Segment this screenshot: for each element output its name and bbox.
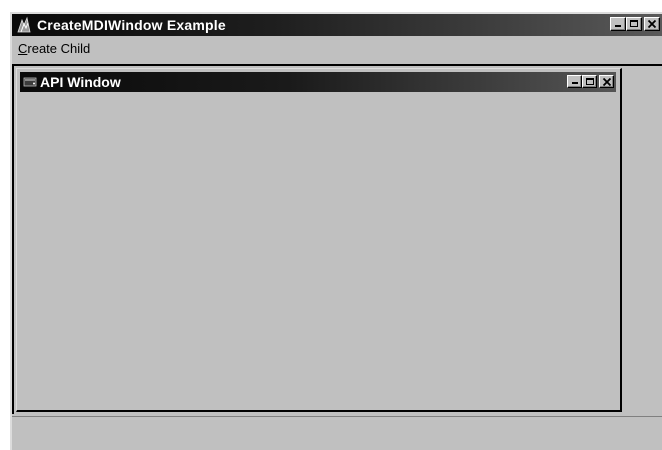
child-title: API Window (40, 74, 121, 90)
app-titlebar[interactable]: CreateMDIWindow Example (12, 14, 662, 36)
menubar: Create Child (12, 38, 662, 60)
child-close-button[interactable] (599, 75, 614, 88)
maximize-icon (586, 78, 594, 85)
close-icon (602, 77, 612, 87)
child-titlebar[interactable]: API Window (20, 72, 616, 92)
child-minimize-button[interactable] (567, 75, 582, 88)
child-maximize-button[interactable] (582, 75, 597, 88)
menu-create-child-label: reate Child (27, 41, 91, 56)
app-minimize-button[interactable] (610, 17, 626, 31)
minimize-icon (572, 82, 578, 84)
app-caption-buttons (610, 17, 660, 31)
minimize-icon (615, 25, 621, 27)
menu-create-child-accel: C (18, 41, 28, 56)
app-close-button[interactable] (644, 17, 660, 31)
app-window: CreateMDIWindow Example Create Child API… (10, 12, 662, 450)
maximize-icon (630, 20, 638, 27)
close-icon (647, 19, 657, 29)
child-window-icon[interactable] (23, 75, 37, 89)
child-caption-buttons (567, 75, 614, 88)
mdi-client-area[interactable]: API Window (12, 64, 662, 414)
app-title: CreateMDIWindow Example (37, 17, 226, 33)
child-window[interactable]: API Window (16, 68, 622, 412)
app-icon[interactable] (15, 16, 33, 34)
menu-create-child[interactable]: Create Child (12, 39, 96, 59)
status-divider (12, 416, 662, 417)
app-maximize-button[interactable] (626, 17, 642, 31)
